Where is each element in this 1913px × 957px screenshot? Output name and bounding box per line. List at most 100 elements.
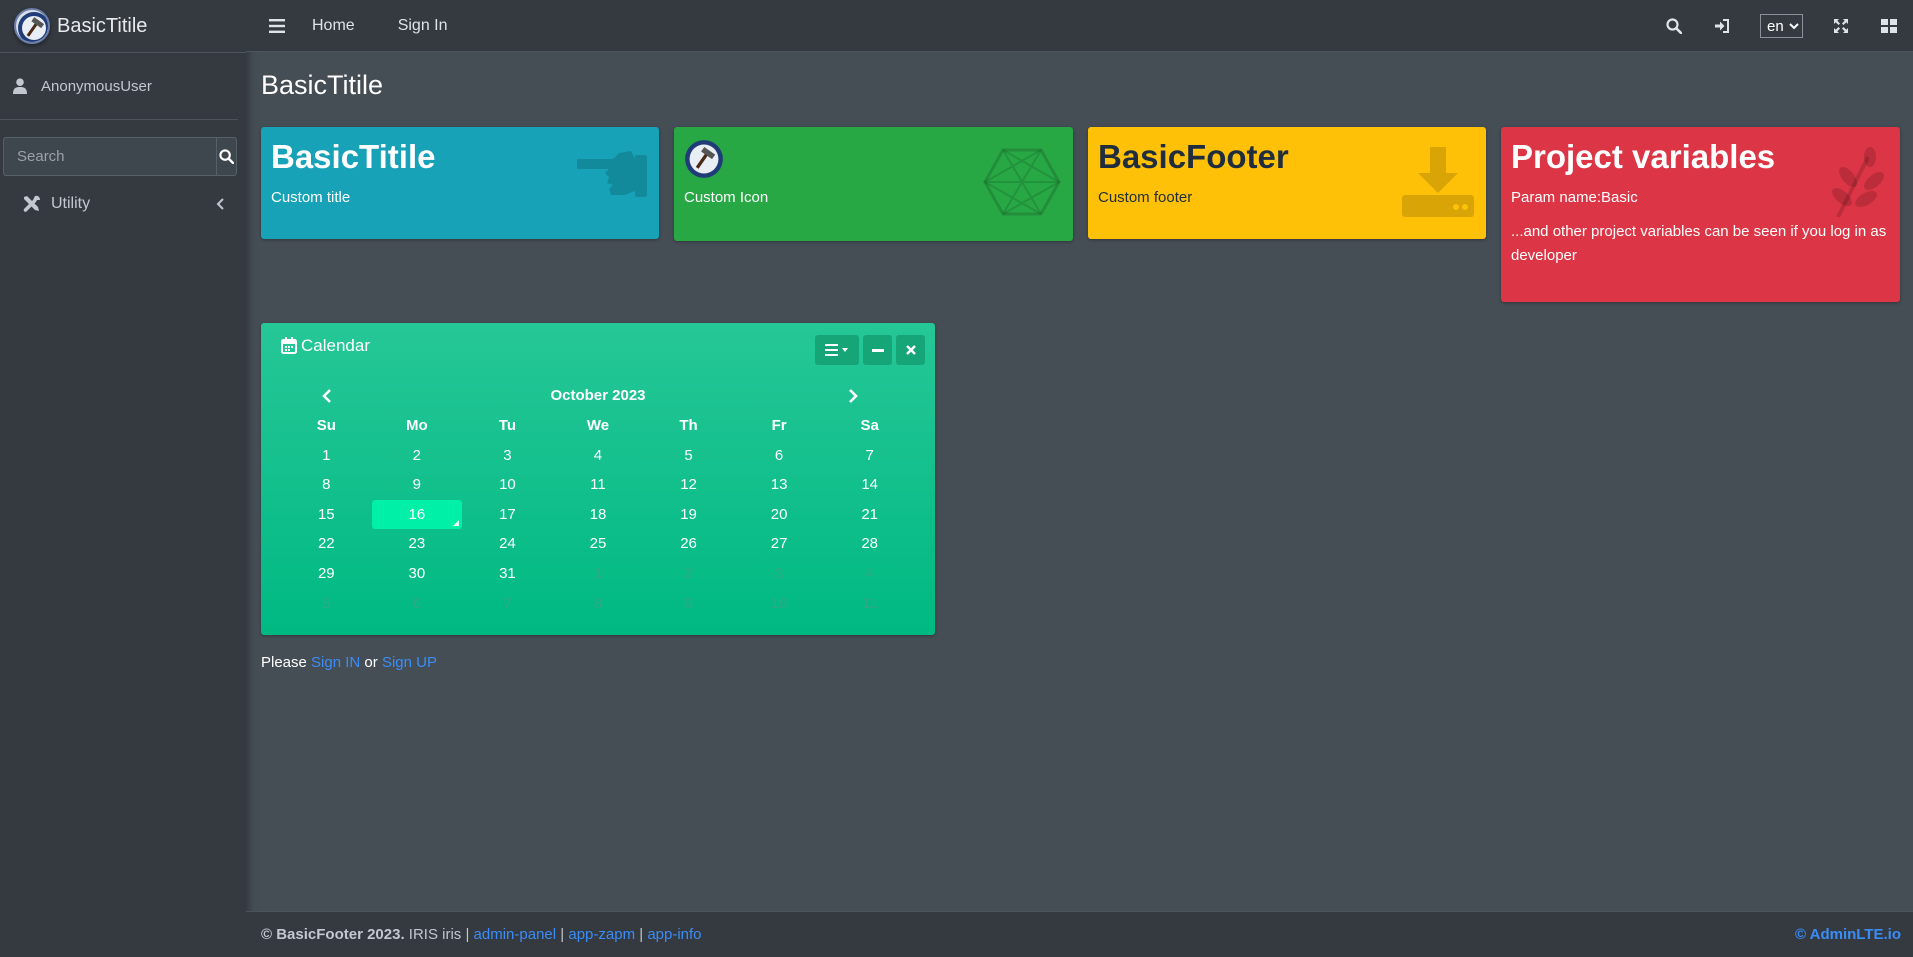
calendar-day-other-month[interactable]: 9 <box>643 589 734 619</box>
calendar-day[interactable]: 24 <box>462 529 553 559</box>
fullscreen-icon[interactable] <box>1833 18 1849 34</box>
calendar-day[interactable]: 2 <box>372 441 463 471</box>
footer-link-app-info[interactable]: app-info <box>647 926 701 943</box>
calendar-weekday: Fr <box>771 417 787 434</box>
tools-icon <box>23 195 40 212</box>
chevron-right-icon[interactable] <box>848 389 858 403</box>
calendar-day-other-month[interactable]: 2 <box>643 559 734 589</box>
sidebar-search <box>3 137 237 176</box>
calendar-day[interactable]: 14 <box>824 470 915 500</box>
user-panel[interactable]: AnonymousUser <box>0 53 238 120</box>
chevron-left-icon <box>216 198 224 210</box>
info-box-title: BasicTitile Custom title <box>261 127 659 239</box>
sign-in-icon[interactable] <box>1714 18 1730 34</box>
calendar-day[interactable]: 17 <box>462 500 553 530</box>
calendar-day[interactable]: 4 <box>553 441 644 471</box>
leaf-icon <box>1832 147 1884 217</box>
calendar-day[interactable]: 27 <box>734 529 825 559</box>
calendar-day-other-month[interactable]: 7 <box>462 589 553 619</box>
calendar-day[interactable]: 26 <box>643 529 734 559</box>
menu-toggle-icon[interactable] <box>269 18 285 33</box>
calendar-week-row: 29 30 31 1 2 3 4 <box>281 559 915 589</box>
sidebar-search-button[interactable] <box>216 137 237 176</box>
calendar-day[interactable]: 10 <box>462 470 553 500</box>
calendar-day-other-month[interactable]: 1 <box>553 559 644 589</box>
calendar-day[interactable]: 22 <box>281 529 372 559</box>
search-icon[interactable] <box>1666 18 1682 34</box>
calendar-tools <box>815 335 925 365</box>
hexagon-icon <box>983 148 1061 216</box>
calendar-close-button[interactable] <box>896 335 925 365</box>
calendar-day[interactable]: 28 <box>824 529 915 559</box>
calendar-day-other-month[interactable]: 8 <box>553 589 644 619</box>
hand-point-left-icon <box>577 151 647 197</box>
footer-iris: IRIS iris <box>408 926 462 943</box>
calendar-day-other-month[interactable]: 11 <box>824 589 915 619</box>
brand-logo-icon <box>14 8 50 44</box>
nav-signin-link[interactable]: Sign In <box>398 17 448 35</box>
calendar-day[interactable]: 1 <box>281 441 372 471</box>
calendar-day[interactable]: 11 <box>553 470 644 500</box>
info-box-footer: BasicFooter Custom footer <box>1088 127 1486 239</box>
calendar-nav: October 2023 <box>281 383 915 409</box>
sign-in-link[interactable]: Sign IN <box>311 654 360 671</box>
calendar-weekday-row: Su Mo Tu We Th Fr Sa <box>281 411 915 441</box>
calendar-weekday: Th <box>679 417 698 434</box>
calendar-day[interactable]: 5 <box>643 441 734 471</box>
footer-separator: | <box>639 926 644 943</box>
footer-adminlte-link[interactable]: © AdminLTE.io <box>1795 926 1901 943</box>
calendar-day-selected[interactable]: 16 <box>371 499 463 530</box>
calendar-card: Calendar October 2023 Su Mo Tu We Th Fr S <box>261 323 935 635</box>
calendar-week-row: 15 16 17 18 19 20 21 <box>281 499 915 530</box>
calendar-day[interactable]: 12 <box>643 470 734 500</box>
calendar-day[interactable]: 20 <box>734 500 825 530</box>
sidebar-search-input[interactable] <box>3 137 216 176</box>
calendar-weekday: Su <box>316 417 336 434</box>
calendar-collapse-button[interactable] <box>863 335 892 365</box>
calendar-day-other-month[interactable]: 3 <box>734 559 825 589</box>
calendar-week-row: 8 9 10 11 12 13 14 <box>281 470 915 500</box>
calendar-month[interactable]: October 2023 <box>281 387 915 404</box>
top-navbar: Home Sign In en <box>246 0 1913 52</box>
calendar-day-other-month[interactable]: 6 <box>372 589 463 619</box>
footer-link-admin-panel[interactable]: admin-panel <box>474 926 557 943</box>
calendar-menu-button[interactable] <box>815 335 859 365</box>
calendar-day[interactable]: 19 <box>643 500 734 530</box>
sign-up-link[interactable]: Sign UP <box>382 654 437 671</box>
calendar-weekday: Sa <box>860 417 879 434</box>
calendar-day-other-month[interactable]: 10 <box>734 589 825 619</box>
sidebar-item-label: Utility <box>51 195 91 212</box>
user-icon <box>13 78 27 94</box>
search-icon <box>219 149 234 164</box>
calendar-day[interactable]: 3 <box>462 441 553 471</box>
footer-link-app-zapm[interactable]: app-zapm <box>568 926 635 943</box>
calendar-day[interactable]: 13 <box>734 470 825 500</box>
calendar-day-other-month[interactable]: 4 <box>824 559 915 589</box>
calendar-day-other-month[interactable]: 5 <box>281 589 372 619</box>
calendar-weekday: We <box>586 417 610 434</box>
calendar-day[interactable]: 8 <box>281 470 372 500</box>
brand-text: BasicTitile <box>57 14 148 37</box>
sidebar-item-utility[interactable]: Utility <box>0 184 246 224</box>
calendar-day[interactable]: 25 <box>553 529 644 559</box>
calendar-day[interactable]: 15 <box>281 500 372 530</box>
calendar-day[interactable]: 9 <box>372 470 463 500</box>
calendar-day[interactable]: 31 <box>462 559 553 589</box>
user-name: AnonymousUser <box>41 77 152 95</box>
calendar-day[interactable]: 29 <box>281 559 372 589</box>
footer-copyright: © BasicFooter 2023. <box>261 926 405 943</box>
language-select[interactable]: en <box>1760 14 1803 38</box>
signin-prefix: Please <box>261 654 307 671</box>
minus-icon <box>871 348 884 352</box>
calendar-day[interactable]: 6 <box>734 441 825 471</box>
signin-or: or <box>364 654 378 671</box>
control-sidebar-icon[interactable] <box>1881 18 1897 34</box>
calendar-day[interactable]: 18 <box>553 500 644 530</box>
nav-home-link[interactable]: Home <box>312 17 355 35</box>
calendar-day[interactable]: 7 <box>824 441 915 471</box>
calendar-day[interactable]: 21 <box>824 500 915 530</box>
calendar-day[interactable]: 23 <box>372 529 463 559</box>
calendar-day[interactable]: 30 <box>372 559 463 589</box>
calendar-title: Calendar <box>301 335 370 355</box>
brand-link[interactable]: BasicTitile <box>0 0 246 53</box>
